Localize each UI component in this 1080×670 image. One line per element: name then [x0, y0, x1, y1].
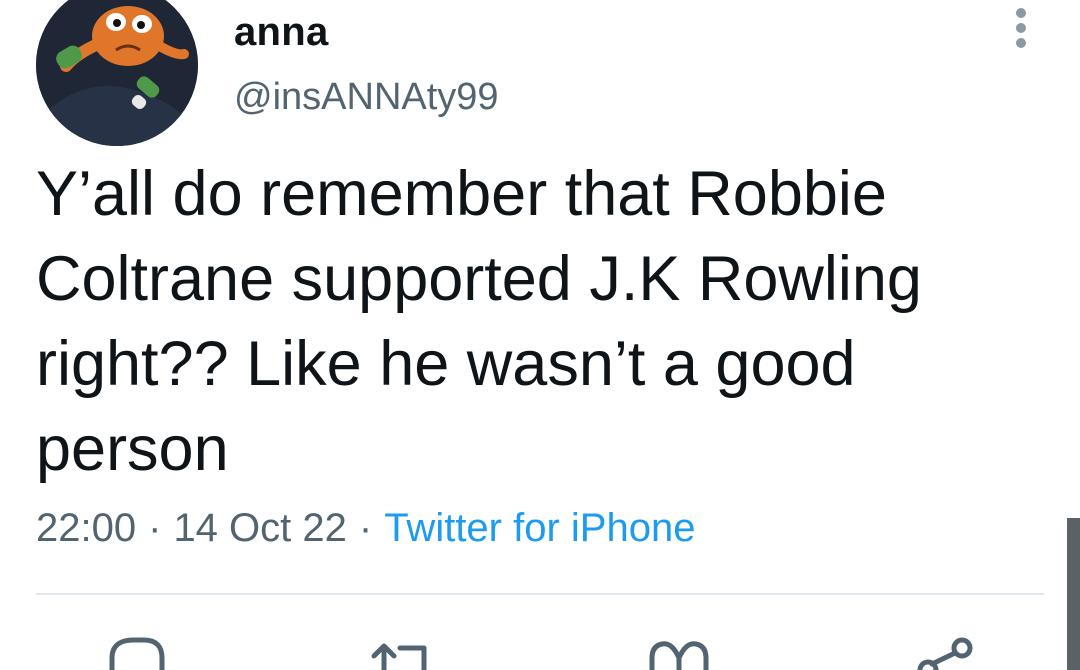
tweet-card: anna @insANNAty99 Y’all do remember that…: [0, 0, 1080, 670]
like-icon[interactable]: [644, 628, 714, 670]
more-options-icon[interactable]: [1004, 8, 1038, 56]
user-handle[interactable]: @insANNAty99: [234, 76, 499, 119]
avatar[interactable]: [36, 0, 198, 146]
divider: [36, 593, 1044, 595]
display-name[interactable]: anna: [234, 10, 329, 55]
scrollbar[interactable]: [1067, 518, 1080, 670]
tweet-source-link[interactable]: Twitter for iPhone: [384, 506, 695, 550]
tweet-meta: 22:00 · 14 Oct 22 · Twitter for iPhone: [36, 506, 695, 551]
meta-separator: ·: [148, 506, 162, 550]
tweet-text: Y’all do remember that Robbie Coltrane s…: [36, 159, 922, 484]
share-icon[interactable]: [912, 628, 982, 670]
tweet-date: 14 Oct 22: [173, 506, 347, 550]
retweet-icon[interactable]: [366, 628, 436, 670]
reply-icon[interactable]: [104, 628, 174, 670]
avatar-image: [36, 0, 198, 146]
tweet-time: 22:00: [36, 506, 137, 550]
meta-separator: ·: [358, 506, 373, 550]
